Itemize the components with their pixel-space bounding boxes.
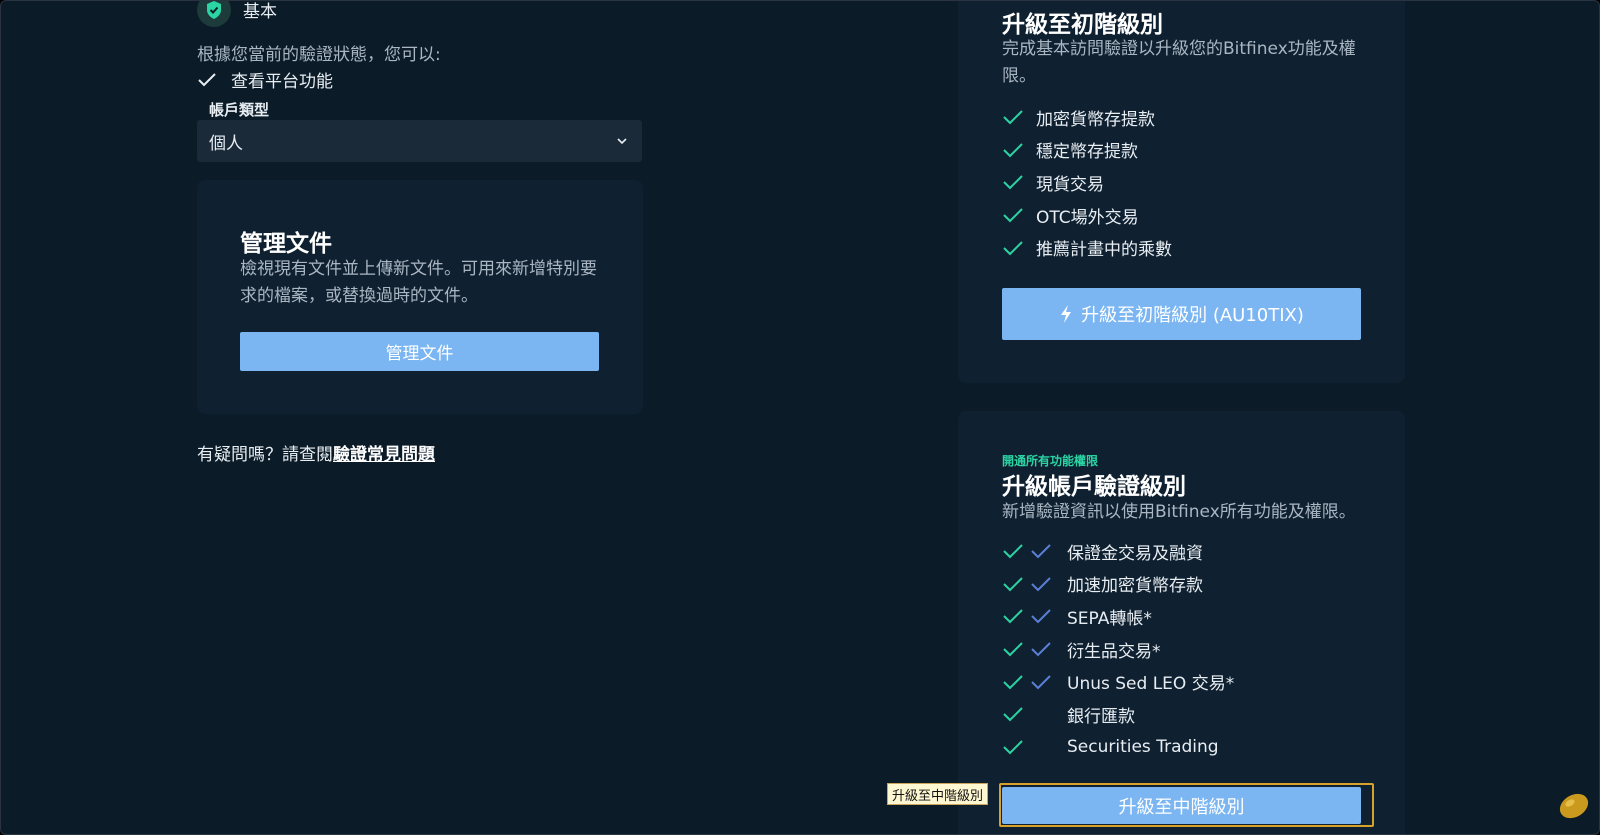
intermediate-feature-item: Securities Trading bbox=[1002, 731, 1234, 764]
intermediate-title: 升級帳戶驗證級別 bbox=[1002, 474, 1186, 500]
feature-label: 加速加密貨幣存款 bbox=[1067, 576, 1203, 597]
chat-bean-icon[interactable] bbox=[1557, 791, 1591, 821]
starter-description: 完成基本訪問驗證以升級您的Bitfinex功能及權限。 bbox=[1002, 39, 1356, 86]
check-icon bbox=[198, 72, 216, 86]
starter-feature-item: 穩定幣存提款 bbox=[1002, 134, 1172, 167]
account-type-label: 帳戶類型 bbox=[209, 101, 270, 119]
feature-label: Securities Trading bbox=[1067, 736, 1219, 757]
verified-shield-icon bbox=[197, 1, 231, 27]
intermediate-description: 新增驗證資訊以使用Bitfinex所有功能及權限。 bbox=[1002, 502, 1356, 522]
intermediate-feature-item: SEPA轉帳* bbox=[1002, 600, 1234, 633]
feature-label: 現貨交易 bbox=[1036, 174, 1104, 195]
secondary-check-icon bbox=[1031, 674, 1051, 690]
feature-label: 推薦計畫中的乘數 bbox=[1036, 240, 1172, 261]
intermediate-feature-item: Unus Sed LEO 交易* bbox=[1002, 665, 1234, 698]
feature-label: 保證金交易及融資 bbox=[1067, 543, 1203, 564]
intermediate-feature-item: 衍生品交易* bbox=[1002, 633, 1234, 666]
intermediate-feature-list: 保證金交易及融資 加速加密貨幣存款 SEPA轉帳* 衍生品交易* Unus Sed LE… bbox=[1002, 535, 1234, 763]
upgrade-intermediate-card: 開通所有功能權限 升級帳戶驗證級別 新增驗證資訊以使用Bitfinex所有功能及… bbox=[958, 411, 1405, 834]
account-type-select[interactable]: 個人 bbox=[197, 120, 642, 162]
secondary-check-icon bbox=[1031, 642, 1051, 657]
check-icon bbox=[1003, 208, 1023, 223]
intermediate-feature-item: 保證金交易及融資 bbox=[1002, 535, 1234, 568]
starter-feature-list: 加密貨幣存提款 穩定幣存提款 現貨交易 OTC場外交易推薦計畫中的乘數 bbox=[1002, 101, 1172, 264]
feature-label: Unus Sed LEO 交易* bbox=[1067, 674, 1235, 695]
feature-label: OTC場外交易 bbox=[1036, 207, 1139, 228]
intermediate-feature-item: 銀行匯款 bbox=[1002, 698, 1234, 731]
feature-label: 加密貨幣存提款 bbox=[1036, 109, 1155, 130]
feature-label: 穩定幣存提款 bbox=[1036, 142, 1138, 163]
starter-feature-item: 加密貨幣存提款 bbox=[1002, 101, 1172, 134]
check-icon bbox=[1003, 577, 1023, 592]
check-icon bbox=[1003, 175, 1023, 190]
check-icon bbox=[1003, 674, 1023, 690]
secondary-check-icon bbox=[1031, 544, 1051, 559]
starter-feature-item: OTC場外交易 bbox=[1002, 199, 1172, 232]
faq-text: 有疑問嗎？請查閱驗證常見問題 bbox=[197, 440, 435, 465]
feature-label: 衍生品交易* bbox=[1067, 641, 1161, 662]
faq-link[interactable]: 驗證常見問題 bbox=[333, 445, 435, 465]
documents-title: 管理文件 bbox=[240, 231, 332, 257]
faq-prefix: 有疑問嗎？請查閱 bbox=[197, 445, 333, 465]
lightning-icon bbox=[1061, 305, 1072, 323]
manage-documents-button[interactable]: 管理文件 bbox=[240, 332, 599, 371]
upgrade-starter-label: 升級至初階級別 (AU10TIX) bbox=[1081, 305, 1304, 326]
check-icon bbox=[1003, 707, 1023, 722]
check-icon bbox=[1003, 110, 1023, 125]
current-feature: 查看平台功能 bbox=[197, 67, 333, 92]
current-feature-label: 查看平台功能 bbox=[231, 72, 333, 92]
check-icon bbox=[1003, 740, 1023, 755]
feature-label: SEPA轉帳* bbox=[1067, 608, 1152, 629]
starter-title: 升級至初階級別 bbox=[1002, 12, 1163, 38]
chevron-down-icon bbox=[617, 138, 627, 145]
verification-level: 基本 bbox=[243, 2, 277, 22]
check-icon bbox=[1003, 240, 1023, 256]
check-icon bbox=[1003, 544, 1023, 559]
element-tooltip: 升級至中階級別 bbox=[887, 783, 989, 805]
feature-label: 銀行匯款 bbox=[1067, 706, 1135, 727]
intermediate-feature-item: 加速加密貨幣存款 bbox=[1002, 568, 1234, 601]
secondary-check-icon bbox=[1031, 609, 1051, 624]
upgrade-starter-button[interactable]: 升級至初階級別 (AU10TIX) bbox=[1002, 288, 1361, 340]
focus-highlight bbox=[999, 783, 1374, 827]
check-icon bbox=[1003, 609, 1023, 624]
status-intro: 根據您當前的驗證狀態，您可以: bbox=[197, 45, 441, 65]
app-window: 基本 根據您當前的驗證狀態，您可以: 查看平台功能 帳戶類型 個人 管理文件 檢… bbox=[0, 0, 1600, 835]
starter-feature-item: 現貨交易 bbox=[1002, 166, 1172, 199]
secondary-check-icon bbox=[1031, 577, 1051, 592]
manage-documents-card: 管理文件 檢視現有文件並上傳新文件。可用來新增特別要求的檔案，或替換過時的文件。… bbox=[197, 180, 643, 414]
account-type-value: 個人 bbox=[209, 133, 243, 154]
check-icon bbox=[1003, 642, 1023, 657]
check-icon bbox=[1003, 143, 1023, 158]
documents-description: 檢視現有文件並上傳新文件。可用來新增特別要求的檔案，或替換過時的文件。 bbox=[240, 259, 597, 306]
upgrade-starter-card: 升級至初階級別 完成基本訪問驗證以升級您的Bitfinex功能及權限。 加密貨幣… bbox=[958, 1, 1405, 383]
starter-feature-item: 推薦計畫中的乘數 bbox=[1002, 231, 1172, 264]
